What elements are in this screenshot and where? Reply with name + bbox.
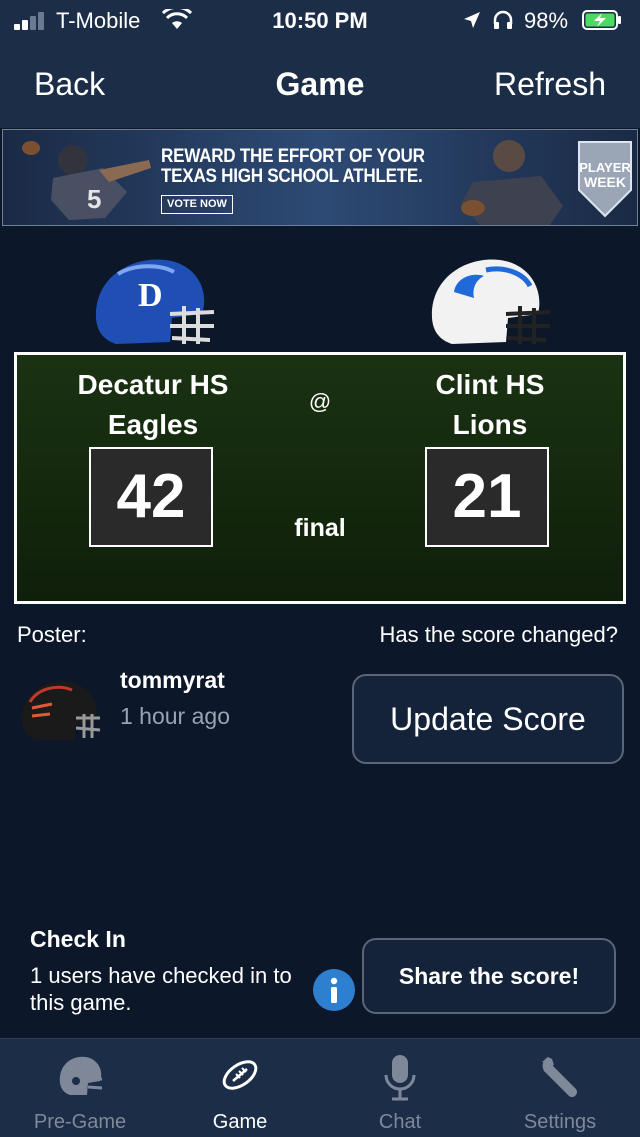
update-score-button[interactable]: Update Score (352, 674, 624, 764)
player-right-graphic (461, 140, 563, 225)
tab-label: Chat (378, 1111, 422, 1133)
svg-text:D: D (138, 277, 163, 314)
share-score-button[interactable]: Share the score! (362, 938, 616, 1014)
away-team-name: Clint HS Lions (360, 365, 620, 445)
tab-chat[interactable]: Chat (320, 1039, 480, 1137)
banner-line-2: TEXAS HIGH SCHOOL ATHLETE. (161, 166, 423, 187)
football-icon (222, 1060, 258, 1090)
tab-label: Pre-Game (33, 1111, 127, 1133)
header: T-Mobile 10:50 PM 98% Back Game Refresh (0, 0, 640, 128)
away-mascot: Lions (452, 409, 528, 440)
badge-line-1: PLAYER (579, 160, 631, 175)
location-icon (464, 12, 480, 28)
home-team-helmet: D (95, 259, 215, 344)
away-school: Clint HS (435, 369, 545, 400)
status-bar: T-Mobile 10:50 PM 98% (0, 0, 640, 40)
refresh-button[interactable]: Refresh (494, 66, 606, 103)
tab-pre-game[interactable]: Pre-Game (0, 1039, 160, 1137)
vote-now-button[interactable]: VOTE NOW (161, 195, 233, 214)
info-icon[interactable] (312, 968, 356, 1012)
tab-settings[interactable]: Settings (480, 1039, 640, 1137)
banner-line-1: REWARD THE EFFORT OF YOUR (161, 146, 425, 167)
banner-headline: REWARD THE EFFORT OF YOUR TEXAS HIGH SCH… (161, 147, 425, 187)
wrench-icon (542, 1057, 577, 1097)
tab-label: Settings (523, 1111, 597, 1133)
headphones-icon (493, 10, 513, 29)
tab-bar: Pre-Game Game Chat Settings (0, 1038, 640, 1137)
helmet-icon (59, 1056, 102, 1095)
tab-game[interactable]: Game (160, 1039, 320, 1137)
away-score: 21 (425, 447, 549, 547)
poster-timestamp: 1 hour ago (120, 703, 230, 729)
svg-text:5: 5 (87, 184, 101, 214)
poster-label: Poster: (17, 622, 87, 647)
checkin-title: Check In (30, 926, 126, 952)
score-changed-prompt: Has the score changed? (379, 622, 619, 647)
scoreboard: Decatur HS Eagles @ Clint HS Lions 42 fi… (14, 352, 626, 604)
microphone-icon (384, 1055, 416, 1101)
checkin-text: 1 users have checked in to this game. (30, 963, 292, 1015)
player-of-the-week-badge: PLAYER WEEK (578, 141, 632, 218)
poster-username[interactable]: tommyrat (120, 667, 225, 694)
battery-charging-icon (582, 10, 621, 30)
ad-banner[interactable]: 5 REWARD THE EFFORT OF YOUR TEXAS HIGH S… (2, 129, 638, 226)
tab-label: Game (212, 1111, 268, 1133)
badge-line-2: WEEK (584, 174, 626, 190)
poster-avatar[interactable] (18, 678, 102, 742)
player-left-graphic: 5 (22, 141, 151, 220)
away-team-helmet (426, 252, 554, 352)
battery-percent: 98% (524, 8, 569, 33)
